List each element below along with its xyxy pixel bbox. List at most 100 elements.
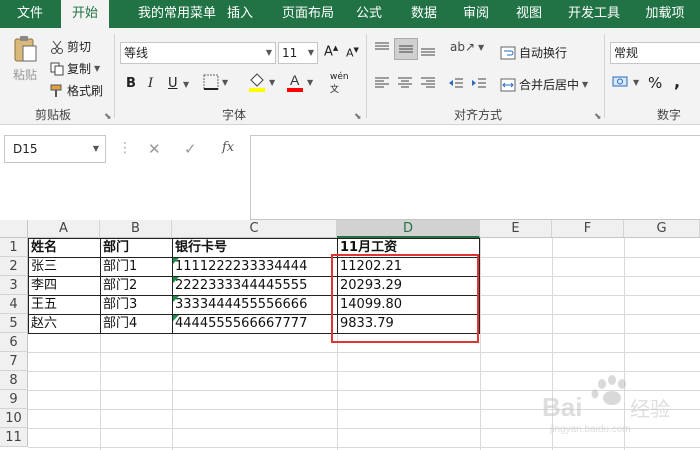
column-header-a[interactable]: A — [28, 220, 100, 238]
tab-page-layout[interactable]: 页面布局 — [275, 0, 341, 28]
decrease-font-icon: A▼ — [346, 46, 359, 60]
chevron-down-icon[interactable]: ▼ — [93, 136, 99, 162]
align-right-button[interactable] — [420, 76, 436, 90]
tab-data[interactable]: 数据 — [406, 0, 442, 28]
row-header[interactable]: 10 — [0, 409, 28, 428]
increase-font-size-button[interactable]: A▲ — [324, 44, 338, 59]
merge-center-button[interactable]: 合并后居中 ▼ — [500, 76, 588, 93]
table-cell[interactable]: 1111222233334444 — [173, 257, 336, 276]
table-cell[interactable]: 张三 — [29, 257, 99, 276]
bold-button[interactable]: B — [126, 76, 136, 91]
column-header-f[interactable]: F — [552, 220, 624, 238]
table-cell[interactable]: 4444555566667777 — [173, 314, 336, 333]
decrease-indent-button[interactable] — [448, 76, 464, 90]
fill-color-button[interactable]: ▼ — [248, 72, 275, 92]
comma-style-button[interactable]: , — [674, 72, 680, 91]
tab-review[interactable]: 审阅 — [458, 0, 494, 28]
font-color-button[interactable]: A ▼ — [286, 72, 313, 92]
percent-button[interactable]: % — [648, 74, 662, 92]
formula-input[interactable] — [250, 135, 700, 220]
column-header-b[interactable]: B — [100, 220, 172, 238]
number-as-text-indicator-icon[interactable] — [173, 258, 179, 264]
table-cell[interactable]: 部门2 — [101, 276, 171, 295]
increase-indent-button[interactable] — [471, 76, 487, 90]
row-header[interactable]: 2 — [0, 257, 28, 276]
font-name-combo[interactable]: 等线 ▼ — [120, 42, 276, 64]
tab-home[interactable]: 开始 — [61, 0, 109, 28]
tab-file[interactable]: 文件 — [6, 0, 54, 28]
alignment-dialog-launcher-icon[interactable]: ⬊ — [594, 112, 602, 122]
accounting-format-button[interactable]: ▼ — [612, 74, 639, 90]
merge-center-label: 合并后居中 — [519, 78, 580, 92]
cell-b1[interactable]: 部门 — [101, 238, 171, 257]
underline-dropdown-icon[interactable]: ▼ — [183, 80, 189, 89]
tab-developer[interactable]: 开发工具 — [564, 0, 624, 28]
cut-button[interactable]: 剪切 — [50, 38, 91, 55]
cell-c1[interactable]: 银行卡号 — [173, 238, 336, 257]
table-cell[interactable]: 2222333344445555 — [173, 276, 336, 295]
number-as-text-indicator-icon[interactable] — [173, 296, 179, 302]
clipboard-dialog-launcher-icon[interactable]: ⬊ — [104, 112, 112, 122]
underline-button[interactable]: U — [168, 76, 178, 91]
row-header[interactable]: 9 — [0, 390, 28, 409]
align-left-button[interactable] — [374, 76, 390, 90]
phonetic-guide-button[interactable]: wén 文 — [330, 72, 349, 95]
name-box-value: D15 — [13, 142, 38, 156]
column-header-c[interactable]: C — [172, 220, 337, 238]
font-dialog-launcher-icon[interactable]: ⬊ — [354, 112, 362, 122]
table-cell[interactable]: 李四 — [29, 276, 99, 295]
orientation-button[interactable]: ab↗ ▼ — [450, 40, 484, 54]
font-size-combo[interactable]: 11 ▼ — [278, 42, 318, 64]
table-cell[interactable]: 赵六 — [29, 314, 99, 333]
table-cell[interactable]: 3333444455556666 — [173, 295, 336, 314]
brush-icon — [50, 84, 64, 98]
row-header[interactable]: 11 — [0, 428, 28, 447]
insert-function-icon[interactable]: fx — [222, 140, 234, 155]
font-group-label: 字体 — [221, 108, 246, 122]
row-header[interactable]: 6 — [0, 333, 28, 352]
borders-button[interactable]: ▼ — [203, 74, 228, 90]
ribbon-divider — [604, 34, 605, 118]
copy-dropdown-arrow[interactable]: ▼ — [94, 64, 100, 73]
decrease-font-size-button[interactable]: A▼ — [346, 46, 359, 60]
table-cell[interactable]: 部门4 — [101, 314, 171, 333]
number-format-combo[interactable]: 常规 — [610, 42, 700, 64]
row-header[interactable]: 7 — [0, 352, 28, 371]
format-painter-button[interactable]: 格式刷 — [50, 82, 103, 99]
tab-formulas[interactable]: 公式 — [351, 0, 387, 28]
tab-view[interactable]: 视图 — [511, 0, 547, 28]
number-format-value: 常规 — [614, 46, 639, 60]
tab-add-ins[interactable]: 加载项 — [640, 0, 690, 28]
align-center-icon — [397, 76, 413, 90]
table-cell[interactable]: 部门3 — [101, 295, 171, 314]
column-header-d[interactable]: D — [337, 220, 480, 238]
cancel-icon[interactable]: ✕ — [148, 140, 161, 158]
tab-my-common-menu[interactable]: 我的常用菜单 — [120, 0, 234, 28]
table-cell[interactable]: 部门1 — [101, 257, 171, 276]
italic-button[interactable]: I — [148, 76, 153, 91]
enter-check-icon[interactable]: ✓ — [184, 140, 197, 158]
gridline — [28, 352, 700, 353]
table-cell[interactable]: 王五 — [29, 295, 99, 314]
row-header[interactable]: 8 — [0, 371, 28, 390]
top-align-button[interactable] — [374, 42, 390, 56]
middle-align-button[interactable] — [394, 38, 418, 60]
row-header[interactable]: 3 — [0, 276, 28, 295]
row-header[interactable]: 5 — [0, 314, 28, 333]
paste-button[interactable]: 粘贴 — [8, 34, 42, 83]
column-header-e[interactable]: E — [480, 220, 552, 238]
number-as-text-indicator-icon[interactable] — [173, 315, 179, 321]
copy-button[interactable]: 复制 ▼ — [50, 60, 100, 77]
bottom-align-button[interactable] — [420, 42, 436, 56]
row-header[interactable]: 1 — [0, 238, 28, 257]
wrap-text-button[interactable]: 自动换行 — [500, 44, 567, 61]
align-center-button[interactable] — [397, 76, 413, 90]
column-header-g[interactable]: G — [624, 220, 700, 238]
row-header[interactable]: 4 — [0, 295, 28, 314]
cell-a1[interactable]: 姓名 — [29, 238, 99, 257]
gridline — [480, 238, 481, 450]
number-as-text-indicator-icon[interactable] — [173, 277, 179, 283]
select-all-corner[interactable] — [0, 220, 28, 238]
tab-insert[interactable]: 插入 — [222, 0, 258, 28]
name-box[interactable]: D15 ▼ — [4, 135, 106, 163]
